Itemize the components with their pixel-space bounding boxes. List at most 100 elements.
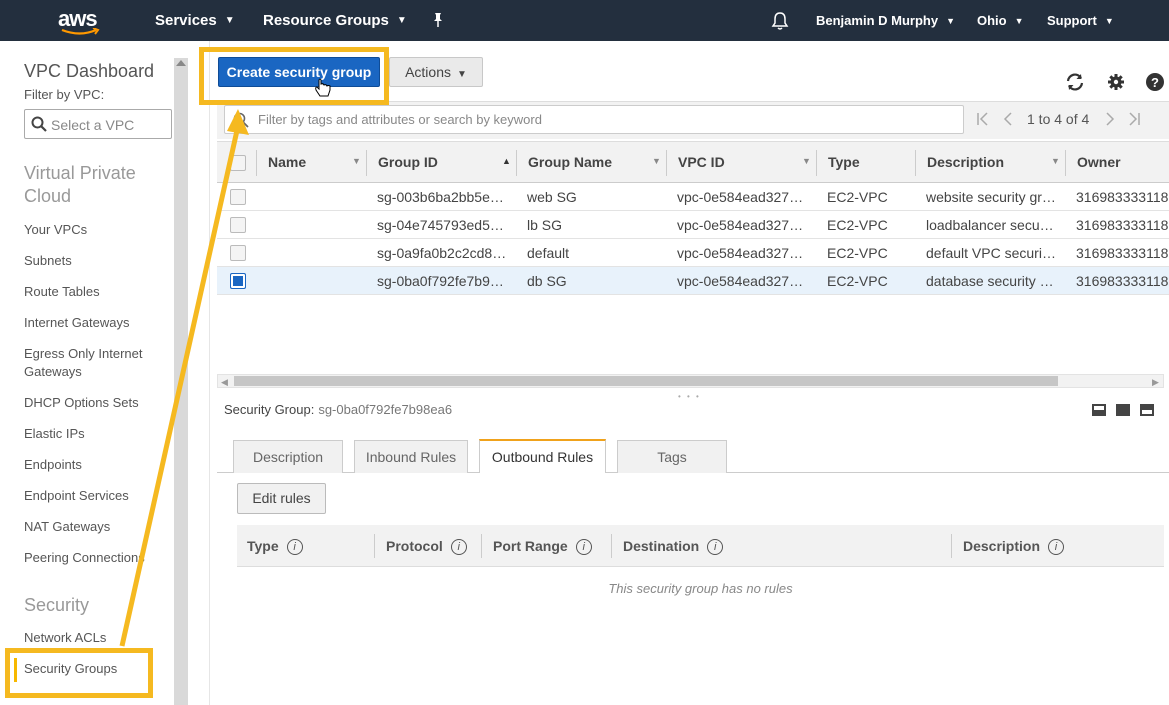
- column-description[interactable]: Description: [927, 154, 1004, 170]
- refresh-icon[interactable]: [1065, 72, 1085, 92]
- chevron-down-icon: ▼: [457, 69, 467, 80]
- resize-handle-icon[interactable]: • • •: [678, 392, 701, 401]
- column-type[interactable]: Type: [828, 154, 860, 170]
- services-menu[interactable]: Services ▼: [155, 12, 235, 29]
- tab-tags[interactable]: Tags: [617, 440, 727, 473]
- create-security-group-button[interactable]: Create security group: [218, 57, 380, 87]
- rule-column-type[interactable]: Type i: [247, 538, 303, 555]
- info-icon[interactable]: i: [1048, 539, 1065, 555]
- filter-input[interactable]: Filter by tags and attributes or search …: [224, 105, 964, 134]
- sidebar-item-nat-gateways[interactable]: NAT Gateways: [24, 518, 164, 536]
- row-checkbox[interactable]: [230, 245, 246, 261]
- pin-icon[interactable]: [430, 12, 446, 28]
- sidebar-item-endpoints[interactable]: Endpoints: [24, 456, 164, 474]
- scroll-right-icon[interactable]: ▶: [1152, 377, 1159, 388]
- tab-inbound-rules[interactable]: Inbound Rules: [354, 440, 468, 473]
- table-row-selected[interactable]: sg-0ba0f792fe7b9… db SG vpc-0e584ead327……: [217, 267, 1169, 295]
- cell-type: EC2-VPC: [827, 217, 888, 233]
- sidebar-item-internet-gateways[interactable]: Internet Gateways: [24, 314, 164, 332]
- row-checkbox-checked[interactable]: [230, 273, 246, 289]
- aws-logo[interactable]: aws: [58, 6, 104, 36]
- sort-asc-icon[interactable]: ▲: [502, 156, 511, 166]
- column-separator: [516, 150, 517, 176]
- info-icon[interactable]: i: [450, 539, 467, 555]
- info-icon[interactable]: i: [707, 539, 724, 555]
- sidebar-scrollbar[interactable]: [174, 58, 188, 705]
- table-row[interactable]: sg-04e745793ed5… lb SG vpc-0e584ead327… …: [217, 211, 1169, 239]
- actions-button[interactable]: Actions ▼: [389, 57, 483, 87]
- rule-column-protocol[interactable]: Protocol i: [386, 538, 467, 555]
- vpc-select-placeholder: Select a VPC: [51, 117, 135, 133]
- rule-column-destination[interactable]: Destination i: [623, 538, 724, 555]
- row-checkbox[interactable]: [230, 217, 246, 233]
- last-page-icon[interactable]: [1127, 112, 1141, 126]
- column-vpc-id[interactable]: VPC ID: [678, 154, 725, 170]
- chevron-down-icon: ▼: [1104, 16, 1114, 26]
- filter-by-vpc-label: Filter by VPC:: [24, 87, 105, 102]
- table-row[interactable]: sg-003b6ba2bb5e… web SG vpc-0e584ead327……: [217, 183, 1169, 211]
- cell-vpc-id[interactable]: vpc-0e584ead327…: [677, 245, 807, 261]
- rule-column-type-label: Type: [247, 538, 279, 554]
- bell-icon[interactable]: [771, 11, 789, 31]
- sidebar-item-elastic-ips[interactable]: Elastic IPs: [24, 425, 164, 443]
- layout-split-icon[interactable]: [1116, 404, 1130, 416]
- sidebar-item-your-vpcs[interactable]: Your VPCs: [24, 221, 164, 239]
- cell-group-id[interactable]: sg-0a9fa0b2c2cd8…: [377, 245, 507, 261]
- sidebar-item-dhcp-options-sets[interactable]: DHCP Options Sets: [24, 394, 164, 412]
- info-icon[interactable]: i: [575, 539, 592, 555]
- edit-rules-button[interactable]: Edit rules: [237, 483, 326, 514]
- cell-vpc-id[interactable]: vpc-0e584ead327…: [677, 189, 807, 205]
- column-owner[interactable]: Owner: [1077, 154, 1121, 170]
- sidebar-item-network-acls[interactable]: Network ACLs: [24, 629, 164, 647]
- sidebar-title[interactable]: VPC Dashboard: [24, 61, 154, 82]
- column-group-name[interactable]: Group Name: [528, 154, 612, 170]
- vpc-select[interactable]: Select a VPC: [24, 109, 172, 139]
- column-name[interactable]: Name: [268, 154, 306, 170]
- prev-page-icon[interactable]: [1001, 112, 1015, 126]
- rule-column-description[interactable]: Description i: [963, 538, 1065, 555]
- table-row[interactable]: sg-0a9fa0b2c2cd8… default vpc-0e584ead32…: [217, 239, 1169, 267]
- resource-groups-menu[interactable]: Resource Groups ▼: [263, 12, 407, 29]
- sidebar-item-peering-connections[interactable]: Peering Connections: [24, 549, 164, 567]
- row-checkbox[interactable]: [230, 189, 246, 205]
- column-separator: [915, 150, 916, 176]
- column-separator: [1065, 150, 1066, 176]
- cell-group-id[interactable]: sg-04e745793ed5…: [377, 217, 507, 233]
- sort-icon[interactable]: ▼: [652, 156, 661, 166]
- sidebar-item-endpoint-services[interactable]: Endpoint Services: [24, 487, 164, 505]
- cell-vpc-id[interactable]: vpc-0e584ead327…: [677, 217, 807, 233]
- hscroll-thumb[interactable]: [234, 376, 1058, 386]
- sidebar-item-route-tables[interactable]: Route Tables: [24, 283, 164, 301]
- region-menu[interactable]: Ohio ▼: [977, 13, 1024, 28]
- first-page-icon[interactable]: [976, 112, 990, 126]
- support-menu[interactable]: Support ▼: [1047, 13, 1114, 28]
- layout-bottom-icon[interactable]: [1092, 404, 1106, 416]
- next-page-icon[interactable]: [1103, 112, 1117, 126]
- help-icon[interactable]: ?: [1145, 72, 1165, 92]
- info-icon[interactable]: i: [286, 539, 303, 555]
- rule-column-port-range[interactable]: Port Range i: [493, 538, 592, 555]
- gear-icon[interactable]: [1106, 72, 1126, 92]
- sort-icon[interactable]: ▼: [1051, 156, 1060, 166]
- cell-type: EC2-VPC: [827, 245, 888, 261]
- tab-outbound-rules[interactable]: Outbound Rules: [479, 439, 606, 473]
- sidebar-item-egress-only-internet-gateways[interactable]: Egress Only Internet Gateways: [24, 345, 164, 381]
- select-all-checkbox[interactable]: [230, 155, 246, 171]
- cell-type: EC2-VPC: [827, 189, 888, 205]
- sidebar-item-subnets[interactable]: Subnets: [24, 252, 164, 270]
- column-group-id[interactable]: Group ID: [378, 154, 438, 170]
- user-menu[interactable]: Benjamin D Murphy ▼: [816, 13, 955, 28]
- cell-group-id[interactable]: sg-0ba0f792fe7b9…: [377, 273, 507, 289]
- chevron-down-icon: ▼: [1014, 16, 1024, 26]
- services-label: Services: [155, 12, 217, 29]
- sidebar-item-security-groups[interactable]: Security Groups: [24, 660, 164, 678]
- security-group-id: sg-0ba0f792fe7b98ea6: [318, 402, 453, 417]
- cell-vpc-id[interactable]: vpc-0e584ead327…: [677, 273, 807, 289]
- sort-icon[interactable]: ▼: [352, 156, 361, 166]
- scroll-left-icon[interactable]: ◀: [221, 377, 228, 388]
- layout-top-icon[interactable]: [1140, 404, 1154, 416]
- scroll-up-icon[interactable]: [176, 60, 186, 66]
- sort-icon[interactable]: ▼: [802, 156, 811, 166]
- tab-description[interactable]: Description: [233, 440, 343, 473]
- cell-group-id[interactable]: sg-003b6ba2bb5e…: [377, 189, 507, 205]
